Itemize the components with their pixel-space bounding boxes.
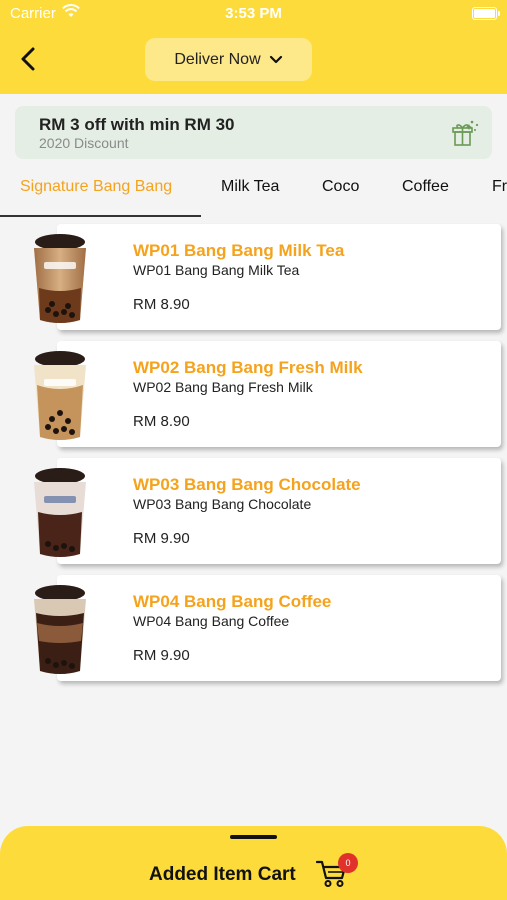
fresh-milk-cup-image	[34, 351, 86, 440]
tab-milk-tea[interactable]: Milk Tea	[221, 178, 279, 196]
product-name: WP04 Bang Bang Coffee	[133, 592, 332, 611]
promo-title: RM 3 off with min RM 30	[39, 115, 235, 134]
back-chevron-icon	[21, 47, 35, 71]
product-description: WP02 Bang Bang Fresh Milk	[133, 379, 313, 395]
promo-banner[interactable]: RM 3 off with min RM 30 2020 Discount	[15, 106, 492, 159]
product-name: WP03 Bang Bang Chocolate	[133, 475, 361, 494]
product-description: WP03 Bang Bang Chocolate	[133, 496, 312, 512]
product-name: WP02 Bang Bang Fresh Milk	[133, 358, 363, 377]
product-description: WP04 Bang Bang Coffee	[133, 613, 290, 629]
gift-icon	[452, 120, 479, 146]
chocolate-cup-image	[34, 468, 86, 557]
product-name: WP01 Bang Bang Milk Tea	[133, 241, 345, 260]
milk-tea-cup-image	[34, 234, 86, 323]
tab-coffee[interactable]: Coffee	[402, 178, 449, 196]
deliver-now-dropdown[interactable]: Deliver Now	[145, 38, 312, 81]
promo-subtitle: 2020 Discount	[39, 135, 129, 151]
tab-fr[interactable]: Fr	[492, 178, 507, 196]
chevron-down-icon	[269, 55, 282, 63]
product-price: RM 9.90	[133, 647, 190, 664]
drag-handle[interactable]	[230, 835, 277, 839]
product-description: WP01 Bang Bang Milk Tea	[133, 262, 300, 278]
header-bar: Deliver Now	[0, 28, 507, 94]
product-card-wp01[interactable]: WP01 Bang Bang Milk Tea WP01 Bang Bang M…	[57, 224, 501, 330]
clock: 3:53 PM	[225, 5, 282, 22]
tab-signature-bang-bang[interactable]: Signature Bang Bang	[20, 178, 172, 196]
deliver-now-label: Deliver Now	[174, 50, 261, 68]
product-card-wp02[interactable]: WP02 Bang Bang Fresh Milk WP02 Bang Bang…	[57, 341, 501, 447]
category-tabs: Signature Bang Bang Milk Tea Coco Coffee…	[0, 168, 507, 218]
coffee-cup-image	[34, 585, 86, 674]
cart-label: Added Item Cart	[149, 864, 296, 885]
product-price: RM 8.90	[133, 413, 190, 430]
product-card-wp03[interactable]: WP03 Bang Bang Chocolate WP03 Bang Bang …	[57, 458, 501, 564]
tab-coco[interactable]: Coco	[322, 178, 359, 196]
battery-icon	[472, 7, 500, 20]
cart-bar[interactable]: Added Item Cart 0	[0, 826, 507, 900]
status-bar: Carrier 3:53 PM	[0, 0, 507, 28]
active-tab-indicator	[0, 215, 201, 217]
product-card-wp04[interactable]: WP04 Bang Bang Coffee WP04 Bang Bang Cof…	[57, 575, 501, 681]
back-button[interactable]	[14, 42, 44, 76]
product-price: RM 8.90	[133, 296, 190, 313]
product-price: RM 9.90	[133, 530, 190, 547]
cart-count-badge: 0	[338, 853, 358, 873]
